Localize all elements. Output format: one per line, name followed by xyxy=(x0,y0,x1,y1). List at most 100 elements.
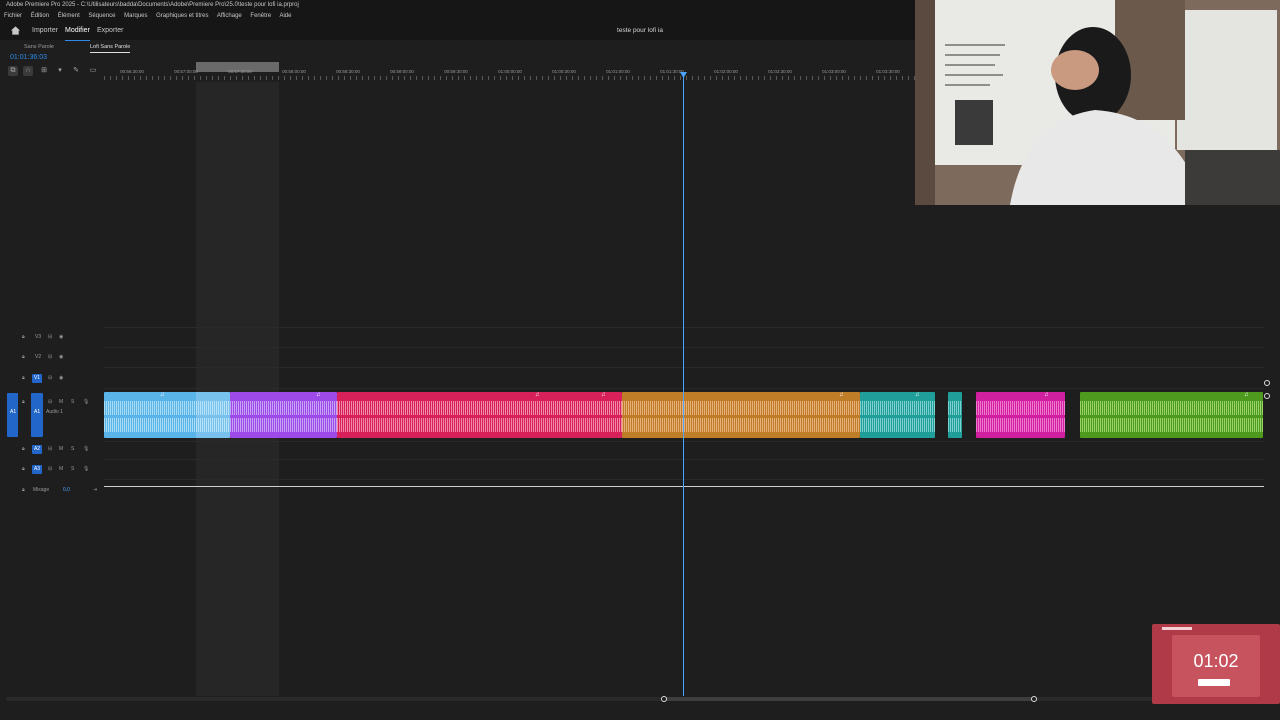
menu-marques[interactable]: Marques xyxy=(124,13,147,19)
eye-icon[interactable]: ◉ xyxy=(59,350,63,364)
track-header-a1: A1 🔒︎ A1 Audio 1 ⊟ M S 🎙︎ xyxy=(6,395,102,435)
audio-clip[interactable]: ♫ ♫ xyxy=(337,392,622,438)
scroll-handle-left[interactable] xyxy=(661,696,667,702)
vertical-zoom-handle[interactable] xyxy=(1264,380,1270,386)
sync-icon[interactable]: ⊟ xyxy=(48,442,52,456)
track-label-v1[interactable]: V1 xyxy=(32,374,42,383)
track-separator xyxy=(104,479,1264,480)
mic-icon[interactable]: 🎙︎ xyxy=(83,442,89,456)
solo-button[interactable]: S xyxy=(71,462,74,476)
lock-icon[interactable]: 🔒︎ xyxy=(22,442,25,456)
audio-clip[interactable]: ♫ xyxy=(622,392,860,438)
lock-icon[interactable]: 🔒︎ xyxy=(22,483,25,497)
ruler-label: 01:03:00:00 xyxy=(822,69,846,74)
tab-sans-parole[interactable]: Sans Parole xyxy=(24,42,54,52)
ruler-label: 01:00:00:00 xyxy=(498,69,522,74)
mix-line xyxy=(104,486,1264,487)
lock-icon[interactable]: 🔒︎ xyxy=(22,462,25,476)
sync-icon[interactable]: ⊟ xyxy=(48,462,52,476)
ruler-label: 00:58:00:00 xyxy=(282,69,306,74)
lock-icon[interactable]: 🔒︎ xyxy=(22,350,25,364)
mic-icon[interactable]: 🎙︎ xyxy=(83,395,89,409)
menu-sequence[interactable]: Séquence xyxy=(88,13,115,19)
track-label-a3[interactable]: A3 xyxy=(32,465,42,474)
track-header-v1: 🔒︎ V1 ⊟ ◉ xyxy=(6,371,102,385)
captions-icon[interactable]: ▭ xyxy=(88,66,98,76)
track-label-v3: V3 xyxy=(35,334,42,340)
track-separator xyxy=(104,367,1264,368)
tab-lofi-sans-parole[interactable]: Lofi Sans Parole xyxy=(90,42,131,53)
lock-icon[interactable]: 🔒︎ xyxy=(22,395,25,409)
marker-icon[interactable]: ▾ xyxy=(55,66,65,76)
track-header-v2: 🔒︎ V2 ⊟ ◉ xyxy=(6,350,102,364)
track-label-a2[interactable]: A2 xyxy=(32,445,42,454)
menu-fichier[interactable]: Fichier xyxy=(4,13,22,19)
track-header-mix: 🔒︎ Mixage 0,0 ⇥ xyxy=(6,483,102,497)
audio-clip[interactable]: ♫ xyxy=(860,392,935,438)
lock-icon[interactable]: 🔒︎ xyxy=(22,371,25,385)
scrollbar-thumb[interactable] xyxy=(664,697,1034,701)
ruler-label: 01:03:30:00 xyxy=(876,69,900,74)
ruler-label: 00:58:30:00 xyxy=(336,69,360,74)
track-header-v3: 🔒︎ V3 ⊟ ◉ xyxy=(6,330,102,344)
scroll-handle-right[interactable] xyxy=(1031,696,1037,702)
ruler-label: 00:59:30:00 xyxy=(444,69,468,74)
track-header-a3: 🔒︎ A3 ⊟ M S 🎙︎ xyxy=(6,462,102,476)
track-separator xyxy=(104,327,1264,328)
ruler-label: 00:59:00:00 xyxy=(390,69,414,74)
nest-icon[interactable]: ⧉ xyxy=(8,66,18,76)
webcam-person-image xyxy=(915,0,1280,205)
pip-start-button xyxy=(1198,679,1230,686)
pip-timer-time: 01:02 xyxy=(1193,651,1239,671)
ruler-label: 00:56:30:00 xyxy=(120,69,144,74)
audio-clip[interactable]: ♫ xyxy=(230,392,337,438)
playhead-line[interactable] xyxy=(683,72,684,696)
sync-icon[interactable]: ⊟ xyxy=(48,350,52,364)
wrench-icon[interactable]: ✎ xyxy=(71,66,81,76)
in-out-overlay xyxy=(196,392,230,438)
menu-fenetre[interactable]: Fenêtre xyxy=(250,13,271,19)
solo-button[interactable]: S xyxy=(71,442,74,456)
menu-aide[interactable]: Aide xyxy=(279,13,291,19)
pip-timer-overlay: 01:02 xyxy=(1152,624,1280,704)
sync-icon[interactable]: ⊟ xyxy=(48,330,52,344)
audio-clip[interactable]: ♫ xyxy=(1080,392,1263,438)
ruler-label: 01:02:00:00 xyxy=(714,69,738,74)
mic-icon[interactable]: 🎙︎ xyxy=(83,462,89,476)
menu-graphiques[interactable]: Graphiques et titres xyxy=(156,13,208,19)
mix-value[interactable]: 0,0 xyxy=(63,483,70,497)
in-out-range xyxy=(196,82,279,696)
mute-button[interactable]: M xyxy=(59,442,63,456)
menu-element[interactable]: Élément xyxy=(58,13,80,19)
track-label-v2: V2 xyxy=(35,354,42,360)
track-separator xyxy=(104,388,1264,389)
sync-icon[interactable]: ⊟ xyxy=(48,395,52,409)
mix-label: Mixage xyxy=(33,487,50,493)
track-separator xyxy=(104,347,1264,348)
ruler-label: 00:57:30:00 xyxy=(228,69,252,74)
snap-icon[interactable]: ∩ xyxy=(23,66,33,76)
linked-selection-icon[interactable]: ⊞ xyxy=(39,66,49,76)
horizontal-scrollbar[interactable] xyxy=(6,697,1266,701)
track-label-a1: A1 xyxy=(34,409,41,415)
eye-icon[interactable]: ◉ xyxy=(59,330,63,344)
menu-edition[interactable]: Édition xyxy=(31,13,49,19)
ruler-label: 01:01:00:00 xyxy=(606,69,630,74)
mute-button[interactable]: M xyxy=(59,395,63,409)
solo-button[interactable]: S xyxy=(71,395,74,409)
webcam-overlay xyxy=(915,0,1280,205)
lock-icon[interactable]: 🔒︎ xyxy=(22,330,25,344)
audio-clip[interactable]: ♫ xyxy=(976,392,1065,438)
go-to-end-icon[interactable]: ⇥ xyxy=(93,483,97,497)
sync-icon[interactable]: ⊟ xyxy=(48,371,52,385)
eye-icon[interactable]: ◉ xyxy=(59,371,63,385)
vertical-zoom-handle[interactable] xyxy=(1264,393,1270,399)
pip-logo xyxy=(1162,627,1192,630)
mute-button[interactable]: M xyxy=(59,462,63,476)
audio-clip[interactable] xyxy=(948,392,962,438)
ruler-label: 01:01:30:00 xyxy=(660,69,684,74)
playhead-timecode[interactable]: 01:01:36:03 xyxy=(10,54,47,61)
menu-affichage[interactable]: Affichage xyxy=(217,13,242,19)
ruler-label: 00:57:00:00 xyxy=(174,69,198,74)
ruler-label: 01:00:30:00 xyxy=(552,69,576,74)
